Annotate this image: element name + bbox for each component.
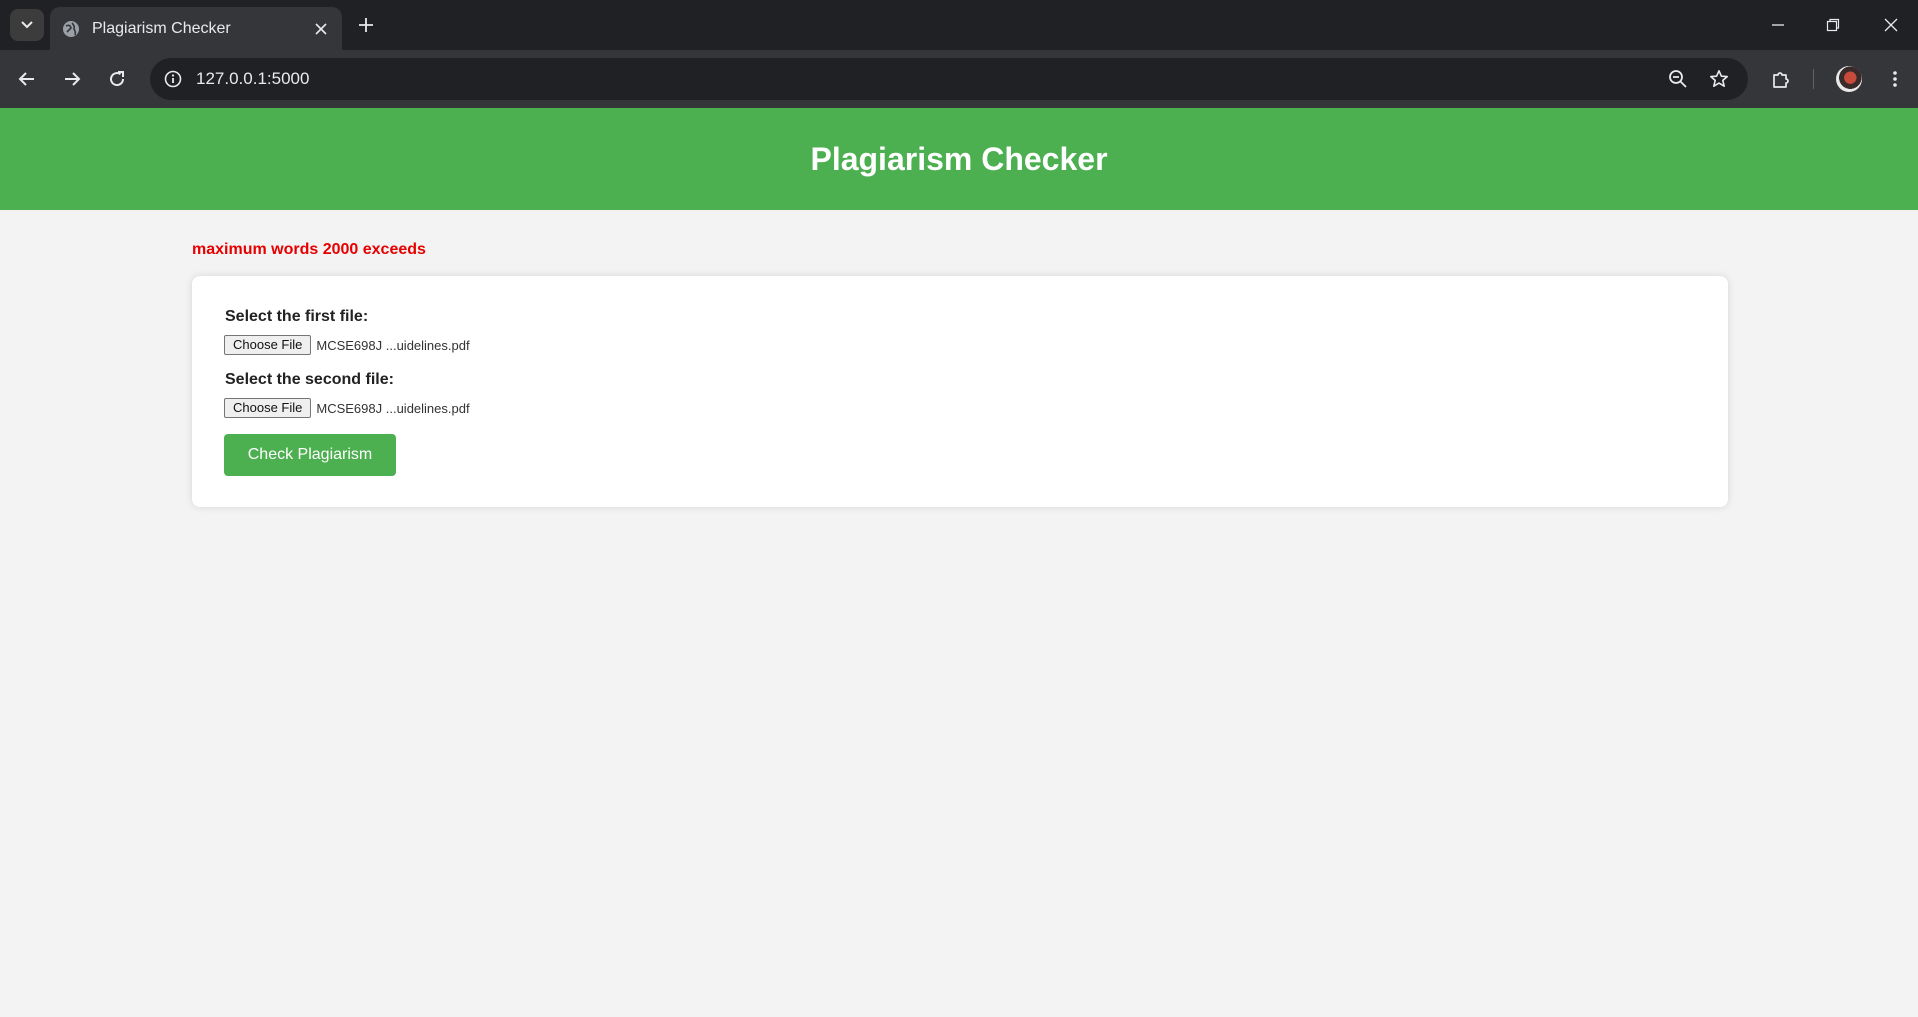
- first-file-label: Select the first file:: [225, 308, 369, 325]
- close-icon[interactable]: [310, 18, 332, 40]
- second-file-label: Select the second file:: [225, 371, 394, 388]
- page-viewport: Plagiarism Checker maximum words 2000 ex…: [0, 108, 1918, 1017]
- error-message: maximum words 2000 exceeds: [192, 241, 426, 258]
- first-choose-file-button[interactable]: Choose File: [224, 335, 312, 355]
- active-tab[interactable]: Plagiarism Checker: [50, 7, 342, 50]
- info-icon[interactable]: [160, 66, 186, 92]
- back-arrow-icon[interactable]: [12, 64, 42, 94]
- second-file-name: MCSE698J ...uidelines.pdf: [316, 400, 470, 416]
- first-file-input[interactable]: Choose File MCSE698J ...uidelines.pdf: [224, 335, 470, 355]
- zoom-out-icon[interactable]: [1665, 66, 1691, 92]
- window-close-icon[interactable]: [1876, 10, 1906, 40]
- tab-search-icon[interactable]: [10, 9, 44, 41]
- minimize-icon[interactable]: [1763, 10, 1793, 40]
- url-text[interactable]: 127.0.0.1:5000: [196, 69, 309, 89]
- tab-strip: Plagiarism Checker: [0, 0, 1918, 50]
- second-file-input[interactable]: Choose File MCSE698J ...uidelines.pdf: [224, 398, 470, 418]
- reload-icon[interactable]: [102, 64, 132, 94]
- extensions-icon[interactable]: [1766, 64, 1796, 94]
- toolbar-divider: [1813, 69, 1814, 89]
- page-title: Plagiarism Checker: [810, 140, 1108, 177]
- star-icon[interactable]: [1706, 66, 1732, 92]
- globe-icon: [62, 20, 80, 38]
- plus-icon[interactable]: [353, 12, 379, 38]
- forward-arrow-icon[interactable]: [57, 64, 87, 94]
- site-header: Plagiarism Checker: [0, 108, 1918, 210]
- browser-toolbar: 127.0.0.1:5000: [0, 50, 1918, 108]
- first-file-name: MCSE698J ...uidelines.pdf: [316, 337, 470, 353]
- upload-form: Select the first file: Choose File MCSE6…: [192, 276, 1728, 507]
- address-bar[interactable]: 127.0.0.1:5000: [150, 58, 1748, 100]
- check-plagiarism-button[interactable]: Check Plagiarism: [224, 434, 396, 476]
- second-choose-file-button[interactable]: Choose File: [224, 398, 312, 418]
- avatar[interactable]: [1836, 66, 1862, 92]
- tab-title: Plagiarism Checker: [92, 19, 231, 37]
- restore-icon[interactable]: [1818, 10, 1848, 40]
- more-menu-icon[interactable]: [1880, 64, 1910, 94]
